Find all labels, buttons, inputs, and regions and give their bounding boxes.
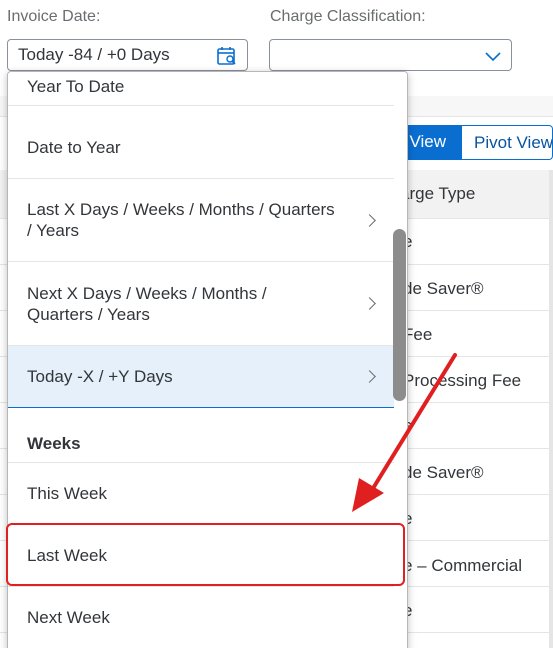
annotation-arrow-icon [352,353,457,512]
